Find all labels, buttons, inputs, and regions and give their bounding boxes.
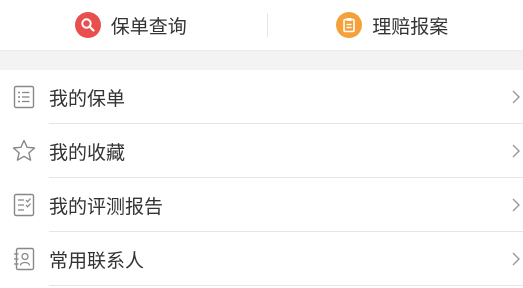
report-icon [13,193,35,217]
claim-report-label: 理赔报案 [372,15,449,38]
menu-item-frequent-contacts[interactable]: 常用联系人 [0,232,523,286]
chevron-right-icon [512,198,520,212]
chevron-right-icon [512,144,520,158]
contacts-icon [14,247,35,271]
menu-item-my-favorites[interactable]: 我的收藏 [0,124,523,178]
menu-item-label: 我的保单 [49,87,126,110]
row-divider [49,285,523,286]
policy-query-label: 保单查询 [110,15,187,38]
account-menu: 我的保单 我的收藏 我的评测报告 常用联系人 [0,70,523,286]
clipboard-icon [336,12,363,38]
menu-item-my-assessment-reports[interactable]: 我的评测报告 [0,178,523,232]
star-icon [12,139,36,161]
menu-item-label: 我的收藏 [49,141,126,164]
search-icon [74,12,101,38]
menu-item-label: 常用联系人 [49,249,145,272]
policy-query-button[interactable]: 保单查询 [0,0,262,50]
chevron-right-icon [512,90,520,104]
claim-report-button[interactable]: 理赔报案 [262,0,523,50]
quick-actions-bar: 保单查询 理赔报案 [0,0,523,50]
list-icon [13,85,35,109]
menu-item-my-policies[interactable]: 我的保单 [0,70,523,124]
actions-divider [267,13,268,37]
menu-item-label: 我的评测报告 [49,195,164,218]
chevron-right-icon [512,252,520,266]
section-spacer [0,50,523,71]
